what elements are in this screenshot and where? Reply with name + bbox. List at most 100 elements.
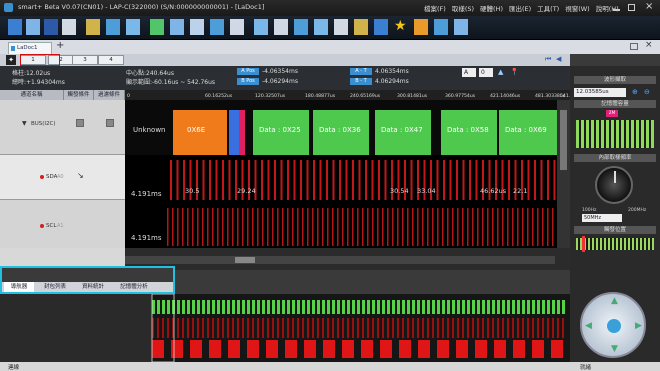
trigger-icon[interactable] xyxy=(334,19,348,35)
zoom-out-icon[interactable]: ⊖ xyxy=(644,88,650,96)
stop-icon[interactable] xyxy=(106,19,120,35)
menu-export[interactable]: 匯出(E) xyxy=(509,3,531,13)
nav-bus-mark xyxy=(182,300,185,314)
tag-icon[interactable] xyxy=(354,19,368,35)
bus-filter-box[interactable] xyxy=(106,119,114,127)
waveform-vscroll-thumb xyxy=(560,110,567,170)
menu-file[interactable]: 檔案(F) xyxy=(424,3,446,13)
zoom-icon[interactable] xyxy=(210,19,224,35)
tab-statistics[interactable]: 資料統計 xyxy=(76,282,110,292)
open-icon[interactable] xyxy=(26,19,40,35)
maximize-button[interactable] xyxy=(628,4,635,11)
waveform-hscroll[interactable] xyxy=(125,256,555,264)
clock-knob[interactable] xyxy=(595,166,633,204)
close-button[interactable]: × xyxy=(645,1,653,12)
add-channel-icon[interactable] xyxy=(150,19,164,35)
new-document-icon[interactable] xyxy=(8,19,22,35)
nav-sda-mark xyxy=(192,318,194,338)
scl-edge xyxy=(222,208,224,246)
tab-packet-list[interactable]: 封包列表 xyxy=(38,282,72,292)
pad-up-icon[interactable]: ▲ xyxy=(611,296,618,306)
find-icon[interactable] xyxy=(294,19,308,35)
copy-icon[interactable] xyxy=(230,19,244,35)
pad-center-button[interactable] xyxy=(607,319,621,333)
nav-sda-mark xyxy=(252,318,254,338)
prev-page-icon[interactable]: ◀ xyxy=(556,55,561,63)
settings-icon[interactable] xyxy=(190,19,204,35)
nav-scl-mark xyxy=(266,340,278,358)
menu-help[interactable]: 說明(H) xyxy=(596,3,619,13)
bus-block-label: Data : 0X69 xyxy=(505,126,547,134)
run-icon[interactable] xyxy=(86,19,100,35)
nav-sda-mark xyxy=(187,318,189,338)
doc-tab[interactable]: LaDoc1 xyxy=(8,42,52,54)
scl-edge xyxy=(322,208,324,246)
page-4[interactable]: 4 xyxy=(98,55,124,65)
trigger-meter[interactable] xyxy=(576,236,654,252)
measure-icon[interactable] xyxy=(314,19,328,35)
channel-row-sda[interactable]: SDA A0 ↘ xyxy=(0,155,125,200)
decode-icon[interactable] xyxy=(254,19,268,35)
bus-trigger-box[interactable] xyxy=(76,119,84,127)
cursor-value-select[interactable]: 0 xyxy=(479,68,493,77)
waveform-capture-header: 波形擷取 xyxy=(574,76,656,84)
timebase-select[interactable]: 12.03585us xyxy=(574,88,626,97)
nav-bus-mark xyxy=(387,300,390,314)
zoom-in-icon[interactable]: ⊕ xyxy=(632,88,638,96)
clock-select[interactable]: 50MHz xyxy=(582,214,622,222)
pad-right-icon[interactable]: ▶ xyxy=(635,321,642,331)
scl-edge xyxy=(467,208,469,246)
scl-edge xyxy=(382,208,384,246)
channel-row-scl[interactable]: SCL A1 xyxy=(0,200,125,248)
first-page-icon[interactable]: ⏮ xyxy=(545,55,551,64)
menu-tools[interactable]: 工具(T) xyxy=(537,3,559,13)
nav-sda-mark xyxy=(257,318,259,338)
window-icon[interactable] xyxy=(274,19,288,35)
sda-edge xyxy=(306,160,309,200)
sda-edge xyxy=(508,160,510,200)
page-3[interactable]: 3 xyxy=(72,55,98,65)
nav-sda-mark xyxy=(162,318,164,338)
timing-icon[interactable] xyxy=(434,19,448,35)
expand-icon[interactable]: ▼ xyxy=(22,120,27,127)
channel-group-icon[interactable] xyxy=(170,19,184,35)
nav-bus-mark xyxy=(317,300,320,314)
nav-bus-mark xyxy=(237,300,240,314)
a-pos-badge: A Pos xyxy=(237,68,259,75)
plugin-icon[interactable] xyxy=(374,19,388,35)
add-tab-button[interactable]: + xyxy=(56,40,64,51)
cursor-select[interactable]: A xyxy=(462,68,476,77)
restore-doc-icon[interactable] xyxy=(630,43,638,50)
tab-memory-analysis[interactable]: 記憶體分析 xyxy=(114,282,154,292)
report-icon[interactable] xyxy=(414,19,428,35)
cursor-up-icon[interactable]: ▲ xyxy=(498,68,503,76)
scl-edge xyxy=(237,208,239,246)
a-t-value: 4.06354ms xyxy=(375,68,409,75)
menu-window[interactable]: 視窗(W) xyxy=(565,3,590,13)
waveform-hscroll-thumb[interactable] xyxy=(235,257,255,263)
sda-edge-icon[interactable]: ↘ xyxy=(77,171,84,180)
nav-bus-mark xyxy=(407,300,410,314)
bus-block-label: Data : 0X47 xyxy=(381,126,423,134)
trigger-marker[interactable] xyxy=(582,236,585,252)
menu-sample[interactable]: 取樣(S) xyxy=(452,3,474,13)
tab-navigator[interactable]: 導航器 xyxy=(4,282,34,292)
close-doc-icon[interactable]: × xyxy=(645,40,653,50)
bus-block-label: Data : 0X36 xyxy=(319,126,361,134)
channel-row-bus[interactable]: ▼ BUS(I2C) xyxy=(0,100,125,155)
memory-meter[interactable] xyxy=(576,120,654,148)
print-icon[interactable] xyxy=(62,19,76,35)
pad-down-icon[interactable]: ▼ xyxy=(611,344,618,354)
export-icon[interactable] xyxy=(126,19,140,35)
minimize-button[interactable] xyxy=(613,9,620,11)
waveform-area[interactable]: 0 60.16252us 120.32507us 180.48877us 240.651… xyxy=(125,90,570,270)
help-icon[interactable] xyxy=(454,19,468,35)
pad-left-icon[interactable]: ◀ xyxy=(585,321,592,331)
save-icon[interactable] xyxy=(44,19,58,35)
pin-cursor-icon[interactable]: 📍 xyxy=(510,68,519,76)
navigator-pane[interactable] xyxy=(0,293,570,363)
menu-hardware[interactable]: 硬體(H) xyxy=(480,3,503,13)
star-icon[interactable]: ★ xyxy=(394,18,408,34)
pin-icon[interactable]: ✦ xyxy=(6,55,16,65)
navigation-pad[interactable]: ▲ ▼ ◀ ▶ xyxy=(580,292,646,358)
